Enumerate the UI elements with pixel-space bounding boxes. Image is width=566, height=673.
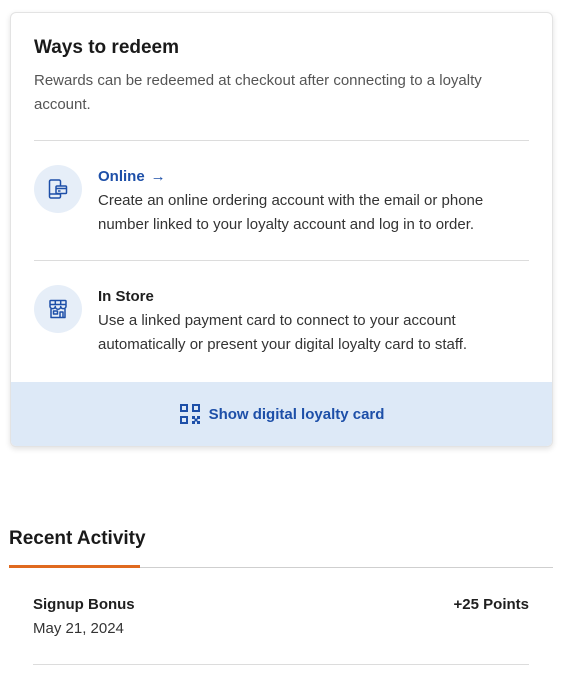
show-digital-loyalty-card-button[interactable]: Show digital loyalty card <box>11 382 552 446</box>
in-store-title: In Store <box>98 288 154 305</box>
redeem-method-online: Online → Create an online ordering accoun… <box>34 141 529 260</box>
divider <box>33 664 529 665</box>
activity-points: +25 Points <box>453 596 529 613</box>
recent-activity-tab[interactable]: Recent Activity <box>9 527 146 551</box>
online-description: Create an online ordering account with t… <box>98 192 484 233</box>
card-title: Ways to redeem <box>34 37 180 58</box>
online-link-label: Online <box>98 168 145 185</box>
active-tab-indicator <box>9 565 140 568</box>
store-icon <box>34 285 82 333</box>
activity-item: Signup Bonus May 21, 2024 +25 Points <box>33 593 529 641</box>
redeem-method-in-store: In Store Use a linked payment card to co… <box>34 261 529 382</box>
in-store-description: Use a linked payment card to connect to … <box>98 312 468 353</box>
arrow-right-icon: → <box>150 168 166 185</box>
activity-date: May 21, 2024 <box>33 620 124 637</box>
ways-to-redeem-card: Ways to redeem Rewards can be redeemed a… <box>10 12 553 447</box>
qr-code-icon <box>179 403 201 425</box>
online-ordering-icon <box>34 165 82 213</box>
card-description: Rewards can be redeemed at checkout afte… <box>34 72 482 113</box>
online-link[interactable]: Online → <box>98 165 529 189</box>
show-card-label: Show digital loyalty card <box>208 405 385 423</box>
